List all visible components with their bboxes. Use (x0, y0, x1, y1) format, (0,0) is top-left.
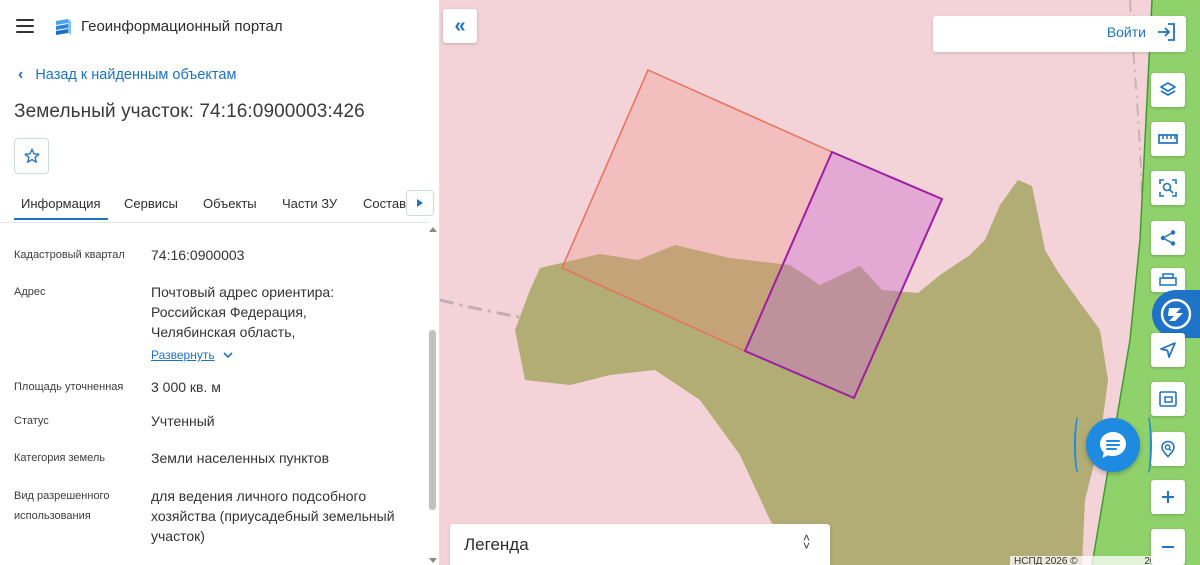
screen-icon (1159, 391, 1177, 407)
map-attribution: НСПД 2026 © 20 м (1010, 556, 1170, 565)
page-title: Земельный участок: 74:16:0900003:426 (14, 101, 365, 122)
info-content: Кадастровый квартал 74:16:0900003 Адрес … (0, 223, 426, 565)
star-icon (23, 148, 40, 163)
back-to-results-link[interactable]: ‹ Назад к найденным объектам (18, 66, 237, 84)
legend-label: Легенда (464, 535, 529, 554)
field-value[interactable]: 74:16:0900003 (151, 245, 421, 265)
panel-scrollbar[interactable] (427, 223, 439, 565)
tab-parts[interactable]: Части ЗУ (282, 196, 337, 211)
gosuslugi-button[interactable] (1152, 290, 1200, 338)
scroll-down-arrow-icon[interactable] (429, 558, 437, 563)
tabs-scroll-right-button[interactable] (406, 190, 434, 216)
value-line: хозяйства (приусадебный земельный (151, 508, 395, 524)
share-button[interactable] (1151, 221, 1185, 255)
collapse-panel-button[interactable]: « (443, 9, 477, 43)
field-label: Статус (14, 415, 49, 427)
address-line: Челябинская область, (151, 324, 296, 340)
label-line: использования (14, 510, 91, 522)
field-value: Земли населенных пунктов (151, 450, 330, 466)
chat-icon (1100, 432, 1126, 458)
legend-dropdown[interactable]: Легенда ˄ ˅ (450, 524, 830, 565)
chevron-down-icon (223, 352, 233, 358)
favorite-button[interactable] (14, 138, 49, 174)
location-search-button[interactable] (1151, 432, 1185, 466)
tab-bar: Информация Сервисы Объекты Части ЗУ Сост… (0, 188, 439, 221)
print-button[interactable] (1151, 268, 1185, 292)
print-icon (1159, 273, 1177, 286)
scroll-thumb[interactable] (429, 330, 436, 510)
app-header: Геоинформационный портал (0, 0, 439, 54)
value-line: для ведения личного подсобного (151, 488, 367, 504)
field-value: Учтенный (151, 413, 215, 429)
login-bar: Войти (933, 16, 1186, 52)
zoom-out-icon (1162, 546, 1174, 548)
select-area-button[interactable] (1151, 171, 1185, 205)
zoom-out-button[interactable] (1151, 529, 1185, 565)
chat-wave-left (1074, 414, 1084, 476)
back-link-label: Назад к найденным объектам (35, 67, 237, 83)
portal-logo-icon (56, 19, 71, 35)
select-area-icon (1159, 179, 1177, 197)
field-label: Вид разрешенного использования (14, 486, 144, 526)
field-value: для ведения личного подсобного хозяйства… (151, 486, 421, 546)
layers-button[interactable] (1151, 73, 1185, 107)
info-panel: Геоинформационный портал ‹ Назад к найде… (0, 0, 440, 565)
share-icon (1160, 230, 1176, 246)
navigate-icon (1160, 342, 1176, 358)
gosuslugi-icon (1160, 298, 1192, 330)
field-label: Площадь уточненная (14, 381, 124, 393)
field-label: Адрес (14, 286, 46, 298)
map-view[interactable]: НСПД 2026 © 20 м (440, 0, 1200, 565)
field-label: Кадастровый квартал (14, 249, 125, 261)
chevron-left-icon: ‹ (18, 66, 24, 83)
sort-arrows-icon: ˄ ˅ (802, 531, 810, 553)
login-icon (1158, 23, 1175, 41)
expand-address-link[interactable]: Развернуть (151, 345, 233, 365)
field-value: Почтовый адрес ориентира: Российская Фед… (151, 282, 421, 365)
scroll-up-arrow-icon[interactable] (429, 227, 437, 232)
zoom-in-button[interactable] (1151, 480, 1185, 514)
app-title: Геоинформационный портал (81, 18, 283, 35)
chat-wave-right (1142, 414, 1152, 476)
location-search-icon (1161, 440, 1175, 458)
double-chevron-left-icon: « (454, 14, 466, 37)
map-canvas[interactable] (440, 0, 1200, 565)
value-line: участок) (151, 528, 205, 544)
menu-icon[interactable] (16, 19, 34, 33)
tab-information[interactable]: Информация (14, 196, 108, 220)
ruler-icon (1158, 134, 1178, 144)
field-value: 3 000 кв. м (151, 379, 221, 395)
expand-row: Развернуть (151, 344, 421, 365)
expand-label: Развернуть (151, 348, 215, 362)
tab-services[interactable]: Сервисы (124, 196, 178, 211)
tab-composition[interactable]: Состав (363, 196, 406, 211)
address-line: Почтовый адрес ориентира: (151, 284, 335, 300)
zoom-in-icon (1162, 491, 1174, 503)
login-button[interactable]: Войти (1107, 23, 1176, 41)
screen-button[interactable] (1151, 382, 1185, 416)
navigate-button[interactable] (1151, 333, 1185, 367)
label-line: Вид разрешенного (14, 490, 110, 502)
layers-icon (1160, 82, 1176, 96)
chat-button[interactable] (1086, 418, 1140, 472)
field-label: Категория земель (14, 452, 105, 464)
caret-right-icon (417, 199, 423, 207)
tab-objects[interactable]: Объекты (203, 196, 257, 211)
address-line: Российская Федерация, (151, 304, 307, 320)
login-label: Войти (1106, 24, 1146, 40)
ruler-button[interactable] (1151, 122, 1185, 156)
